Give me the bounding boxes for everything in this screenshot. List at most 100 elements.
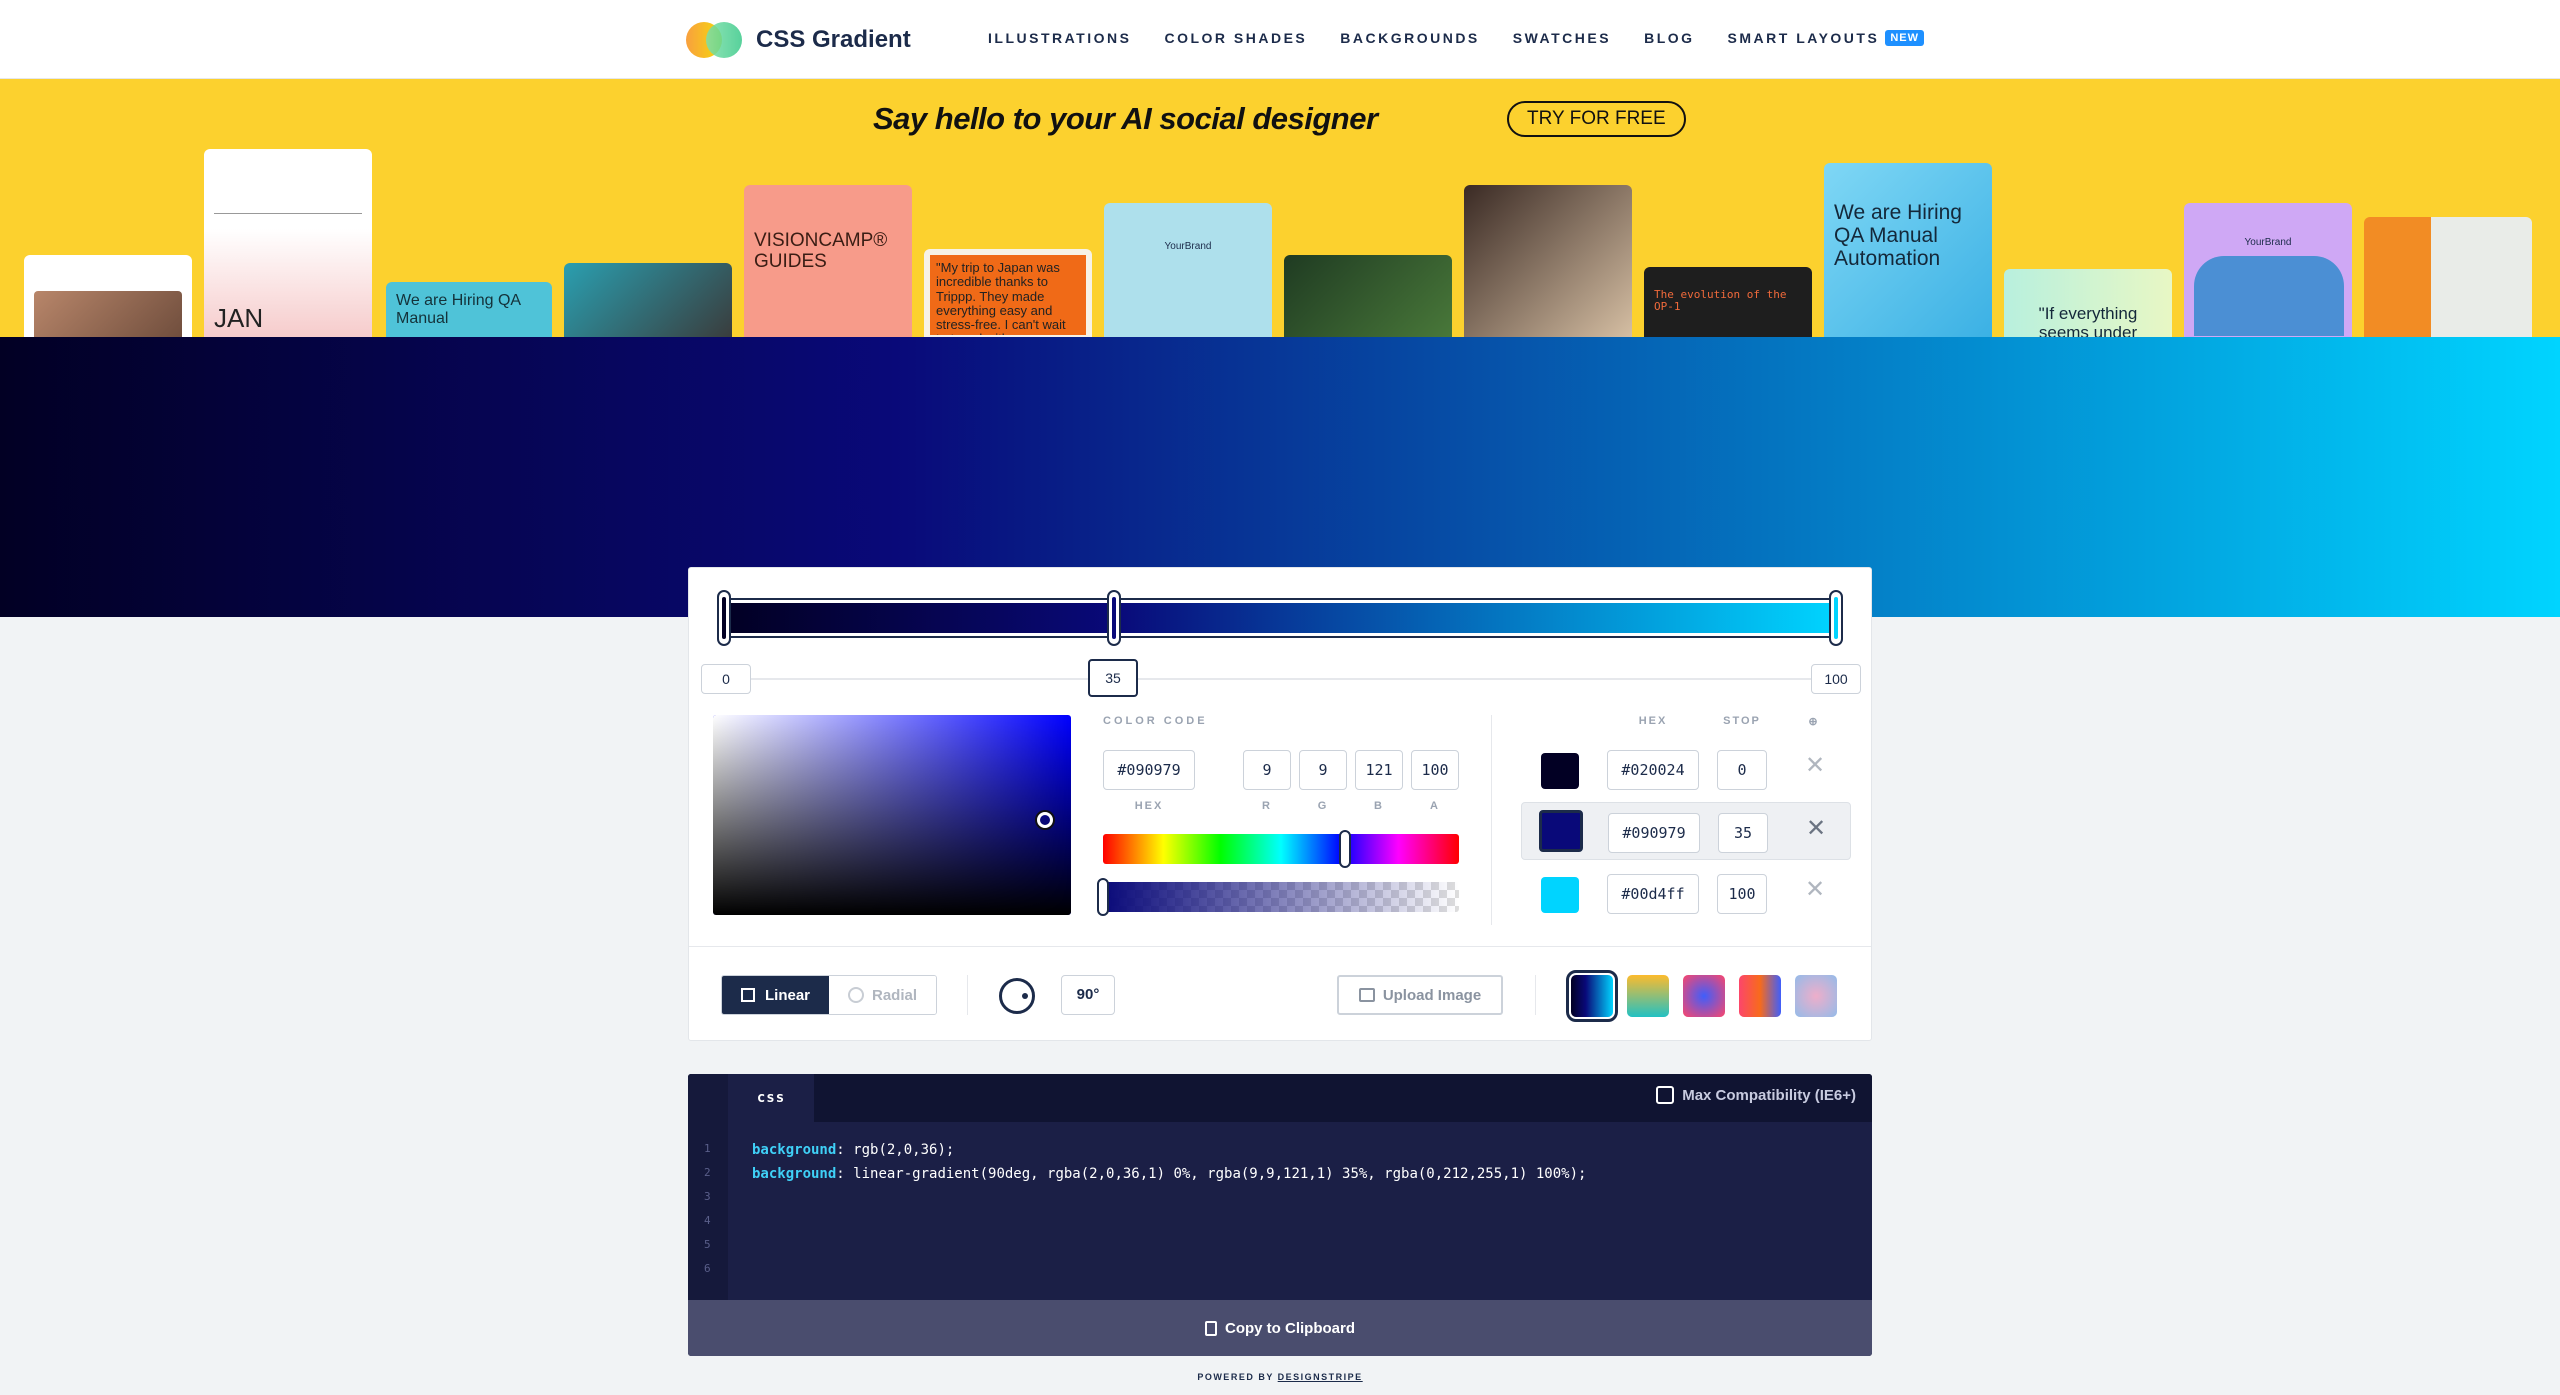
nav-label: SMART LAYOUTS [1727,30,1880,46]
powered-by: POWERED BY DESIGNSTRIPE [1150,1372,1410,1382]
logo[interactable]: CSS Gradient [686,22,911,58]
stop-swatch[interactable] [1539,810,1583,852]
r-input[interactable]: 9 [1243,750,1291,790]
banner-card: "If everything seems under [2004,269,2172,337]
preset-swatch[interactable] [1683,975,1725,1017]
radial-label: Radial [871,986,917,1004]
preset-swatch[interactable] [1627,975,1669,1017]
stop-handle-0[interactable] [717,590,731,646]
preset-swatch[interactable] [1795,975,1837,1017]
banner-card: YourBrand [1104,203,1272,337]
banner-card [564,263,732,337]
hex-label: HEX [1134,800,1164,812]
banner-card [24,255,192,337]
hue-slider-knob[interactable] [1339,830,1351,868]
b-input[interactable]: 121 [1355,750,1403,790]
divider [689,946,1871,947]
angle-input[interactable]: 90° [1061,975,1115,1015]
css-code-box: css Max Compatibility (IE6+) 1 background… [688,1074,1872,1356]
picker-cursor[interactable] [1037,812,1053,828]
linear-icon [740,988,755,1002]
stop-row[interactable]: #020024 0 ✕ [1521,740,1851,798]
a-input[interactable]: 100 [1411,750,1459,790]
main-nav: ILLUSTRATIONS COLOR SHADES BACKGROUNDS S… [988,30,1957,46]
checkbox[interactable] [1656,1086,1675,1104]
nav-illustrations[interactable]: ILLUSTRATIONS [988,30,1131,46]
alpha-slider-knob[interactable] [1097,878,1109,916]
card-text: JAN [214,303,264,333]
hex-input[interactable]: #090979 [1103,750,1195,790]
max-compatibility-toggle[interactable]: Max Compatibility (IE6+) [1656,1086,1856,1104]
card-text: We are Hiring QA Manual Automation [1834,201,1962,271]
css-property: background [752,1142,837,1158]
stop-position-input[interactable]: 35 [1718,813,1768,853]
delete-stop-icon[interactable]: ✕ [1806,817,1826,841]
stop-position-100[interactable]: 100 [1811,664,1861,694]
stop-handle-100[interactable] [1829,590,1843,646]
banner-card [1464,185,1632,337]
banner-card: YourBrand [2184,203,2352,337]
card-text: VISIONCAMP® GUIDES [754,230,888,272]
b-label: B [1374,800,1384,812]
banner-card: The evolution of the OP-1 [1644,267,1812,337]
upload-image-button[interactable]: Upload Image [1337,975,1503,1015]
banner-card: "My trip to Japan was incredible thanks … [924,249,1092,337]
promo-banner[interactable]: Say hello to your AI social designer TRY… [0,79,2560,337]
linear-button[interactable]: Linear [722,976,829,1014]
nav-swatches[interactable]: SWATCHES [1513,30,1611,46]
banner-card: We are Hiring QA Manual Automation [1824,163,1992,337]
banner-card [2364,217,2532,337]
stop-row[interactable]: #00d4ff 100 ✕ [1521,864,1851,922]
stop-swatch[interactable] [1541,753,1579,789]
new-badge: NEW [1885,30,1924,46]
card-text: We are Hiring QA Manual [396,292,521,327]
stops-add-icon[interactable]: ⊕ [1799,715,1829,728]
stop-handle-35[interactable] [1107,590,1121,646]
stop-position-0[interactable]: 0 [701,664,751,694]
delete-stop-icon[interactable]: ✕ [1805,754,1825,778]
nav-backgrounds[interactable]: BACKGROUNDS [1340,30,1480,46]
stop-hex-input[interactable]: #090979 [1608,813,1700,853]
try-for-free-button[interactable]: TRY FOR FREE [1507,101,1686,137]
alpha-slider[interactable] [1103,882,1459,912]
stop-position-input[interactable]: 100 [1717,874,1767,914]
nav-label: BLOG [1644,30,1695,46]
copy-to-clipboard-button[interactable]: Copy to Clipboard [688,1300,1872,1356]
nav-smart-layouts[interactable]: SMART LAYOUTS NEW [1728,30,1924,46]
stop-position-input[interactable]: 0 [1717,750,1767,790]
g-input[interactable]: 9 [1299,750,1347,790]
radial-icon [847,987,864,1003]
preset-swatch[interactable] [1739,975,1781,1017]
designstripe-link[interactable]: DESIGNSTRIPE [1278,1372,1363,1382]
banner-card: We are Hiring QA Manual [386,282,552,337]
delete-stop-icon[interactable]: ✕ [1805,878,1825,902]
card-text: YourBrand [1164,241,1212,252]
stop-row-selected[interactable]: #090979 35 ✕ [1521,802,1851,860]
nav-color-shades[interactable]: COLOR SHADES [1164,30,1307,46]
tab-css[interactable]: css [728,1074,814,1122]
gradient-track[interactable] [723,598,1839,638]
hue-slider[interactable] [1103,834,1459,864]
nav-label: SWATCHES [1512,30,1612,46]
divider [967,975,968,1015]
stop-hex-input[interactable]: #020024 [1607,750,1699,790]
compat-label: Max Compatibility (IE6+) [1682,1086,1856,1104]
a-label: A [1430,800,1440,812]
line-number: 4 [704,1214,711,1227]
banner-card: JAN [204,149,372,337]
logo-text: CSS Gradient [756,26,911,53]
stop-rail [749,678,1819,680]
gradient-editor: 0 35 100 COLOR CODE #090979 9 9 121 100 … [688,567,1872,1041]
banner-title: Say hello to your AI social designer [873,101,1378,136]
stop-position-35[interactable]: 35 [1088,659,1138,697]
linear-label: Linear [764,986,810,1004]
angle-dial-icon[interactable] [999,978,1035,1014]
stop-swatch[interactable] [1541,877,1579,913]
preset-swatch[interactable] [1566,970,1618,1022]
css-value: : linear-gradient(90deg, rgba(2,0,36,1) … [836,1166,1587,1182]
nav-blog[interactable]: BLOG [1644,30,1694,46]
radial-button[interactable]: Radial [829,976,936,1014]
color-saturation-picker[interactable] [713,715,1071,915]
stop-hex-input[interactable]: #00d4ff [1607,874,1699,914]
site-header: CSS Gradient ILLUSTRATIONS COLOR SHADES … [0,0,2560,79]
